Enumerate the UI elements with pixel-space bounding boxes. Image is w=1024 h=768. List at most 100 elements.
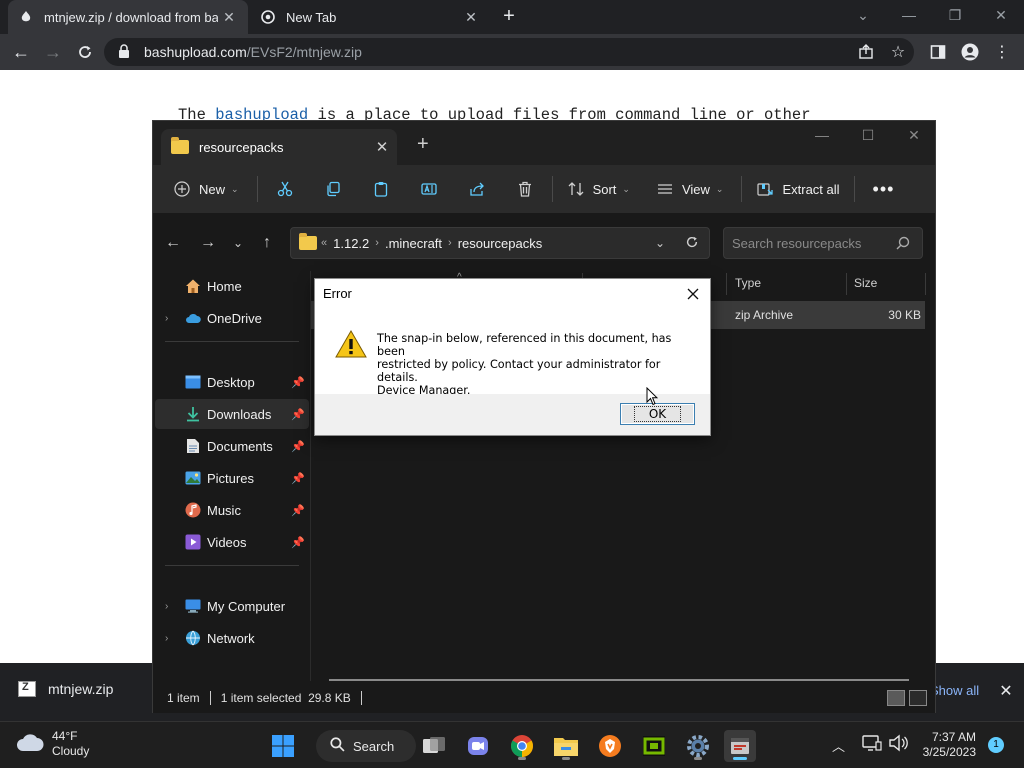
sidebar-item-pictures[interactable]: Pictures 📌 (155, 463, 309, 493)
close-window-icon[interactable]: ✕ (978, 0, 1024, 30)
sidebar-item-home[interactable]: Home (155, 271, 309, 301)
new-button[interactable]: New ⌄ (173, 165, 239, 213)
overflow-chevron-icon[interactable]: « (321, 237, 327, 249)
weather-widget[interactable]: 44°F Cloudy (16, 729, 89, 759)
navigation-pane: Home › OneDrive Desktop 📌 Downloads 📌 Do… (153, 271, 311, 681)
sidebar-item-my-computer[interactable]: › My Computer (155, 591, 309, 621)
taskbar-search-button[interactable]: Search (316, 730, 416, 762)
bookmark-star-icon[interactable]: ☆ (886, 40, 910, 64)
show-all-button[interactable]: Show all (930, 683, 979, 698)
system-clock[interactable]: 7:37 AM 3/25/2023 (890, 730, 976, 760)
horizontal-scrollbar[interactable] (329, 679, 909, 681)
minimize-icon[interactable]: — (886, 0, 932, 30)
forward-arrow-icon[interactable]: → (40, 40, 66, 64)
sidebar-item-network[interactable]: › Network (155, 623, 309, 653)
address-bar[interactable]: bashupload.com/EVsF2/mtnjew.zip (104, 38, 914, 66)
settings-gear-icon[interactable] (682, 730, 714, 762)
reload-icon[interactable] (72, 40, 98, 64)
search-input[interactable] (732, 235, 892, 251)
download-item[interactable]: mtnjew.zip (18, 681, 113, 697)
side-panel-icon[interactable] (926, 40, 950, 64)
breadcrumb-minecraft[interactable]: .minecraft (385, 236, 442, 251)
sort-button[interactable]: Sort ⌄ (567, 165, 630, 213)
tab-close-icon[interactable]: ✕ (460, 9, 482, 26)
refresh-icon[interactable] (685, 235, 699, 252)
sidebar-label: Desktop (207, 374, 255, 390)
tab-bashupload[interactable]: mtnjew.zip / download from bashupload ✕ (8, 0, 248, 34)
sidebar-item-videos[interactable]: Videos 📌 (155, 527, 309, 557)
start-button[interactable] (267, 730, 299, 762)
display-network-icon[interactable] (862, 734, 882, 755)
kebab-menu-icon[interactable]: ⋮ (990, 40, 1014, 64)
expand-chevron-icon[interactable]: › (165, 313, 179, 324)
new-tab-button[interactable]: + (498, 6, 520, 28)
details-view-icon[interactable] (887, 690, 905, 706)
column-header-size[interactable]: Size (854, 271, 924, 295)
expand-chevron-icon[interactable]: › (165, 633, 179, 644)
tab-close-icon[interactable]: ✕ (218, 9, 240, 26)
pin-icon[interactable]: 📌 (291, 536, 305, 549)
chrome-favicon-icon (260, 9, 276, 25)
pin-icon[interactable]: 📌 (291, 504, 305, 517)
share-button[interactable] (468, 165, 486, 213)
explorer-search-box[interactable] (723, 227, 923, 259)
back-arrow-icon[interactable]: ← (8, 40, 34, 64)
explorer-maximize-icon[interactable]: ☐ (845, 127, 891, 151)
up-folder-icon[interactable]: ↑ (257, 233, 277, 253)
breadcrumb-1.12.2[interactable]: 1.12.2 (333, 236, 369, 251)
tiles-view-icon[interactable] (909, 690, 927, 706)
show-hidden-icons-chevron-icon[interactable]: ︿ (832, 736, 845, 755)
explorer-address-bar[interactable]: « 1.12.2 › .minecraft › resourcepacks ⌄ (290, 227, 710, 259)
address-dropdown-chevron-icon[interactable]: ⌄ (655, 236, 665, 250)
sidebar-item-downloads[interactable]: Downloads 📌 (155, 399, 309, 429)
pin-icon[interactable]: 📌 (291, 408, 305, 421)
delete-button[interactable] (516, 165, 534, 213)
sidebar-label: Videos (207, 534, 247, 550)
copy-button[interactable] (324, 165, 342, 213)
download-shelf-close-icon[interactable]: ✕ (996, 681, 1016, 701)
explorer-new-tab-button[interactable]: + (417, 133, 429, 156)
more-options-icon[interactable]: ••• (873, 165, 895, 213)
chrome-icon[interactable] (506, 730, 538, 762)
clipboard-icon (372, 180, 390, 198)
task-view-icon[interactable] (418, 730, 450, 762)
explorer-back-icon[interactable]: ← (163, 233, 183, 253)
expand-chevron-icon[interactable]: › (165, 601, 179, 612)
restore-icon[interactable]: ❐ (932, 0, 978, 30)
tab-search-chevron-icon[interactable]: ⌄ (840, 0, 886, 30)
rename-button[interactable] (420, 165, 438, 213)
column-header-type[interactable]: Type (735, 271, 845, 295)
explorer-forward-icon[interactable]: → (198, 233, 218, 253)
notification-badge[interactable]: 1 (988, 737, 1004, 753)
explorer-tab-close-icon[interactable]: ✕ (367, 138, 397, 156)
recent-locations-chevron-icon[interactable]: ⌄ (228, 233, 248, 253)
explorer-close-icon[interactable]: ✕ (891, 127, 937, 151)
error-dialog-taskbar-icon[interactable] (724, 730, 756, 762)
cut-button[interactable] (276, 165, 294, 213)
dialog-close-icon[interactable] (682, 283, 704, 305)
tab-new-tab[interactable]: New Tab ✕ (250, 0, 490, 34)
brave-browser-icon[interactable] (594, 730, 626, 762)
teams-chat-icon[interactable] (462, 730, 494, 762)
sidebar-item-documents[interactable]: Documents 📌 (155, 431, 309, 461)
pin-icon[interactable]: 📌 (291, 440, 305, 453)
extract-all-button[interactable]: Extract all (756, 165, 840, 213)
explorer-tab-resourcepacks[interactable]: resourcepacks ✕ (161, 129, 397, 165)
pin-icon[interactable]: 📌 (291, 376, 305, 389)
view-button[interactable]: View ⌄ (656, 165, 723, 213)
sidebar-item-desktop[interactable]: Desktop 📌 (155, 367, 309, 397)
explorer-minimize-icon[interactable]: — (799, 127, 845, 151)
pin-icon[interactable]: 📌 (291, 472, 305, 485)
breadcrumb-separator-icon[interactable]: › (375, 237, 379, 249)
share-icon[interactable] (854, 40, 878, 64)
sidebar-label: Network (207, 630, 255, 646)
breadcrumb-resourcepacks[interactable]: resourcepacks (458, 236, 543, 251)
sidebar-item-music[interactable]: Music 📌 (155, 495, 309, 525)
paste-button[interactable] (372, 165, 390, 213)
profile-avatar-icon[interactable] (958, 40, 982, 64)
error-dialog: Error The snap-in below, referenced in t… (314, 278, 711, 436)
file-explorer-taskbar-icon[interactable] (550, 730, 582, 762)
nvidia-app-icon[interactable] (638, 730, 670, 762)
breadcrumb-separator-icon[interactable]: › (448, 237, 452, 249)
sidebar-item-onedrive[interactable]: › OneDrive (155, 303, 309, 333)
